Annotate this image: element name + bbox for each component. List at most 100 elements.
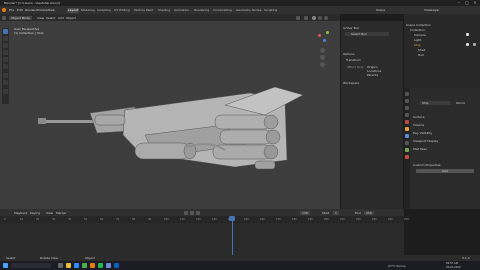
file-explorer-icon[interactable] [66, 263, 71, 268]
visibility-eye-icon[interactable] [466, 33, 469, 36]
cursor-tool[interactable] [3, 36, 8, 41]
section-ray-visibility[interactable]: Ray Visibility [413, 131, 432, 135]
maximize-icon[interactable]: □ [464, 1, 470, 5]
overlay-icon[interactable] [296, 15, 300, 20]
transform-subheader[interactable]: Transform [346, 58, 361, 62]
tab-animation[interactable]: Animation [173, 8, 190, 13]
jump-end-icon[interactable] [196, 210, 200, 215]
shading-solid-icon[interactable] [312, 15, 316, 20]
start-windows-icon[interactable] [3, 263, 8, 268]
spotify-icon[interactable] [98, 263, 103, 268]
tool-tab-icon[interactable] [405, 92, 409, 96]
output-tab-icon[interactable] [405, 106, 409, 110]
clock-date[interactable]: 03-01-2022 [446, 266, 461, 270]
outliner-item-collection[interactable]: Collection [410, 28, 425, 32]
outliner-item-scene-collection[interactable]: Scene Collection [406, 23, 431, 27]
outliner-item-hull[interactable]: Hull [418, 53, 424, 57]
transform-tool[interactable] [3, 64, 8, 69]
outliner-item-light[interactable]: Light [414, 38, 422, 42]
blender-logo-icon[interactable] [2, 8, 6, 12]
render-camera-icon[interactable] [473, 43, 476, 46]
tab-shading[interactable]: Shading [157, 8, 171, 13]
move-tool[interactable] [3, 43, 8, 48]
photoshop-icon[interactable] [114, 263, 119, 268]
active-tool-header[interactable]: Active Tool [343, 26, 359, 30]
navigation-gizmo[interactable] [317, 30, 331, 44]
tab-modeling[interactable]: Modeling [80, 8, 96, 13]
section-viewport-display[interactable]: Viewport Display [413, 139, 438, 143]
data-tab-icon[interactable] [405, 148, 409, 152]
menu-render[interactable]: Render [25, 8, 36, 12]
section-mist-pass[interactable]: Mist Pass [413, 147, 427, 151]
minimize-icon[interactable]: – [456, 1, 462, 5]
outliner-item-ship[interactable]: Ship [414, 43, 421, 47]
weather-widget[interactable]: 27°C Sunny [388, 264, 406, 268]
pan-hand-icon[interactable] [320, 55, 325, 60]
editor-type-icon[interactable] [2, 15, 6, 20]
tab-scripting[interactable]: Scripting [263, 8, 278, 13]
spaceship-model[interactable] [35, 85, 310, 185]
scene-selector[interactable]: Scene [376, 8, 385, 12]
edge-browser-icon[interactable] [74, 263, 79, 268]
current-frame-field[interactable]: 130 [300, 210, 310, 215]
parents-checkbox[interactable]: Parents [367, 73, 378, 77]
taskbar-search-box[interactable] [11, 263, 51, 268]
timeline-menu-playback[interactable]: Playback [14, 211, 27, 215]
tab-uv-editing[interactable]: UV Editing [113, 8, 131, 13]
discord-icon[interactable] [106, 263, 111, 268]
physics-tab-icon[interactable] [405, 141, 409, 145]
timeline-menu-keying[interactable]: Keying [30, 211, 40, 215]
section-surface[interactable]: Surface [413, 115, 424, 119]
xray-icon[interactable] [304, 15, 308, 20]
scale-tool[interactable] [3, 57, 8, 62]
modifier-tab-icon[interactable] [405, 134, 409, 138]
camera-view-icon[interactable] [320, 62, 325, 67]
tab-texture-paint[interactable]: Texture Paint [133, 8, 154, 13]
outliner-item-camera[interactable]: Camera [414, 33, 426, 37]
chrome-icon[interactable] [82, 263, 87, 268]
mode-dropdown[interactable]: Object Mode [9, 15, 32, 20]
close-icon[interactable]: × [472, 1, 478, 5]
jump-start-icon[interactable] [184, 210, 188, 215]
world-tab-icon[interactable] [405, 120, 409, 124]
view-layer-selector[interactable]: ViewLayer [424, 8, 439, 12]
tab-layout[interactable]: Layout [67, 7, 80, 13]
menu-window[interactable]: Window [36, 8, 48, 12]
tab-sculpting[interactable]: Sculpting [96, 8, 112, 13]
select-box-tool[interactable] [3, 29, 8, 34]
workspace-header[interactable]: Workspace [343, 81, 359, 85]
material-tab-icon[interactable] [405, 155, 409, 159]
shading-render-icon[interactable] [324, 15, 328, 20]
menu-object[interactable]: Object [66, 16, 76, 20]
timeline-menu-marker[interactable]: Marker [56, 211, 66, 215]
annotate-tool[interactable] [3, 73, 8, 78]
tab-compositing[interactable]: Compositing [212, 8, 233, 13]
tab-rendering[interactable]: Rendering [193, 8, 210, 13]
shading-material-icon[interactable] [318, 15, 322, 20]
menu-select[interactable]: Select [46, 16, 55, 20]
section-volume[interactable]: Volume [413, 123, 424, 127]
menu-edit[interactable]: Edit [17, 8, 23, 12]
zoom-icon[interactable] [320, 48, 325, 53]
render-tab-icon[interactable] [405, 99, 409, 103]
scene-tab-icon[interactable] [405, 113, 409, 117]
outliner-item-shell[interactable]: Shell [418, 48, 425, 52]
menu-view[interactable]: View [37, 16, 44, 20]
menu-help[interactable]: Help [48, 8, 55, 12]
menu-file[interactable]: File [9, 8, 14, 12]
tab-geometry-nodes[interactable]: Geometry Nodes [235, 8, 262, 13]
task-view-icon[interactable] [58, 263, 63, 268]
visibility-eye-icon[interactable] [466, 43, 469, 46]
playhead-marker[interactable] [229, 216, 235, 221]
section-custom-properties[interactable]: Custom Properties [413, 163, 441, 167]
world-name[interactable]: World [456, 101, 465, 105]
end-frame-field[interactable]: 250 [364, 210, 374, 215]
object-tab-icon[interactable] [405, 127, 409, 131]
measure-tool[interactable] [3, 80, 8, 85]
blender-taskbar-icon[interactable] [90, 263, 95, 268]
timeline-menu-view[interactable]: View [46, 211, 53, 215]
options-header[interactable]: Options [343, 52, 355, 56]
start-frame-field[interactable]: 1 [333, 210, 339, 215]
rotate-tool[interactable] [3, 50, 8, 55]
play-icon[interactable] [190, 210, 194, 215]
